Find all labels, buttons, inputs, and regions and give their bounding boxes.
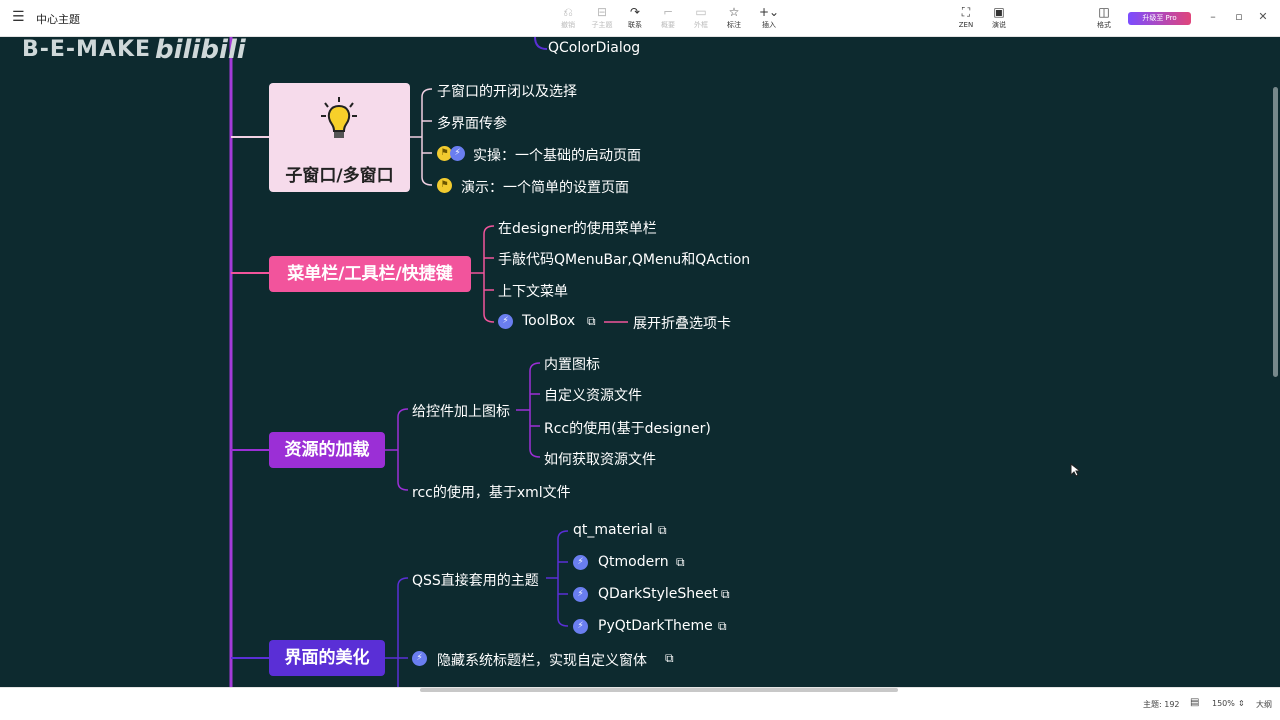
status-bar: 主题: 192 ▤ 150% ⇕ 大纲	[0, 687, 1280, 720]
bilibili-logo: bilibili	[155, 37, 246, 65]
external-link-icon[interactable]: ⧉	[665, 651, 674, 666]
outline-button[interactable]: 大纲	[1256, 699, 1272, 710]
topic-toolbox[interactable]: ToolBox	[522, 313, 575, 329]
topic-custom-resource[interactable]: 自定义资源文件	[544, 385, 642, 405]
external-link-icon[interactable]: ⧉	[721, 587, 730, 602]
topic-qdarkstylesheet[interactable]: QDarkStyleSheet	[598, 586, 718, 602]
topic-qt-material[interactable]: qt_material	[573, 522, 653, 538]
topic-add-icons[interactable]: 给控件加上图标	[412, 401, 510, 421]
branch-beautify[interactable]: 界面的美化	[269, 640, 385, 676]
boundary-button[interactable]: ▭ 外框	[684, 5, 718, 33]
mark-button[interactable]: ☆ 标注	[717, 5, 751, 33]
mindmap-canvas[interactable]: B-E-MAKE bilibili QColorDialog 子窗口/多窗口 子…	[0, 37, 1280, 687]
present-button[interactable]: ▣ 演说	[982, 5, 1016, 33]
plus-icon: +⌄	[758, 5, 780, 19]
bolt-icon: ⚡	[573, 555, 588, 570]
book-icon[interactable]: ▤	[1190, 697, 1199, 708]
zoom-stepper-icon[interactable]: ⇕	[1238, 699, 1245, 708]
minimize-button[interactable]: –	[1206, 10, 1220, 23]
topic-qss-themes[interactable]: QSS直接套用的主题	[412, 570, 539, 590]
topic-count: 主题: 192	[1143, 700, 1180, 709]
relation-button[interactable]: ↷ 联系	[618, 5, 652, 33]
fullscreen-icon: ⛶	[961, 5, 971, 19]
topic-custom-titlebar[interactable]: 隐藏系统标题栏，实现自定义窗体	[437, 650, 647, 670]
topic-get-resource[interactable]: 如何获取资源文件	[544, 449, 656, 469]
topic-collapse-tabs[interactable]: 展开折叠选项卡	[633, 313, 731, 333]
horizontal-scrollbar[interactable]	[420, 688, 898, 692]
external-link-icon[interactable]: ⧉	[658, 523, 667, 538]
upgrade-pro-button[interactable]: 升级至 Pro	[1128, 12, 1191, 25]
topic-designer-menubar[interactable]: 在designer的使用菜单栏	[498, 218, 657, 238]
topic-qcolordialog[interactable]: QColorDialog	[548, 40, 640, 56]
subtopic-button[interactable]: ⊟ 子主题	[585, 5, 619, 33]
title-bar: ☰ 中心主题 ⎌ 撤销 ⊟ 子主题 ↷ 联系 ⌐ 概要 ▭ 外框 ☆ 标注 +⌄ 插入 ⛶ ZE…	[0, 0, 1280, 37]
document-title: 中心主题	[36, 13, 80, 26]
vertical-scrollbar[interactable]	[1273, 87, 1278, 377]
external-link-icon[interactable]: ⧉	[718, 619, 727, 634]
topic-open-close[interactable]: 子窗口的开闭以及选择	[437, 81, 577, 101]
topic-rcc-xml[interactable]: rcc的使用，基于xml文件	[412, 482, 571, 502]
undo-icon: ⎌	[563, 5, 573, 19]
branch-subwindow[interactable]: 子窗口/多窗口	[269, 83, 410, 192]
menu-icon[interactable]: ☰	[12, 9, 26, 25]
branch-resources[interactable]: 资源的加载	[269, 432, 385, 468]
topic-qmenubar-code[interactable]: 手敲代码QMenuBar,QMenu和QAction	[498, 249, 750, 269]
format-button[interactable]: ◫ 格式	[1087, 5, 1121, 33]
present-icon: ▣	[993, 5, 1005, 19]
bolt-icon: ⚡	[412, 651, 427, 666]
mouse-cursor-icon	[1070, 463, 1080, 477]
bolt-icon: ⚡	[498, 314, 513, 329]
bolt-icon: ⚡	[573, 587, 588, 602]
subtopic-icon: ⊟	[596, 5, 608, 19]
maximize-button[interactable]: ▫	[1232, 10, 1246, 23]
bolt-icon: ⚡	[450, 146, 465, 161]
insert-button[interactable]: +⌄ 插入	[752, 5, 786, 33]
relation-icon: ↷	[629, 5, 641, 19]
format-icon: ◫	[1098, 5, 1110, 19]
branch-title: 子窗口/多窗口	[285, 166, 394, 186]
external-link-icon[interactable]: ⧉	[587, 314, 596, 329]
boundary-icon: ▭	[695, 5, 707, 19]
star-icon: ☆	[728, 5, 740, 19]
summary-button[interactable]: ⌐ 概要	[651, 5, 685, 33]
external-link-icon[interactable]: ⧉	[676, 555, 685, 570]
topic-context-menu[interactable]: 上下文菜单	[498, 281, 568, 301]
topic-practice-launch[interactable]: 实操：一个基础的启动页面	[473, 145, 641, 165]
watermark-text: B-E-MAKE	[22, 37, 152, 62]
summary-icon: ⌐	[662, 5, 674, 19]
zoom-level[interactable]: 150%	[1212, 699, 1235, 708]
topic-pyqtdarktheme[interactable]: PyQtDarkTheme	[598, 618, 713, 634]
lightbulb-icon	[319, 95, 359, 145]
zen-button[interactable]: ⛶ ZEN	[949, 5, 983, 33]
topic-rcc-designer[interactable]: Rcc的使用(基于designer)	[544, 418, 711, 438]
flag-icon: ⚑	[437, 178, 452, 193]
undo-button[interactable]: ⎌ 撤销	[551, 5, 585, 33]
branch-menubar[interactable]: 菜单栏/工具栏/快捷键	[269, 256, 471, 292]
close-button[interactable]: ✕	[1256, 10, 1270, 23]
topic-builtin-icons[interactable]: 内置图标	[544, 354, 600, 374]
bolt-icon: ⚡	[573, 619, 588, 634]
topic-qtmodern[interactable]: Qtmodern	[598, 554, 669, 570]
topic-pass-params[interactable]: 多界面传参	[437, 113, 507, 133]
topic-demo-settings[interactable]: 演示：一个简单的设置页面	[461, 177, 629, 197]
